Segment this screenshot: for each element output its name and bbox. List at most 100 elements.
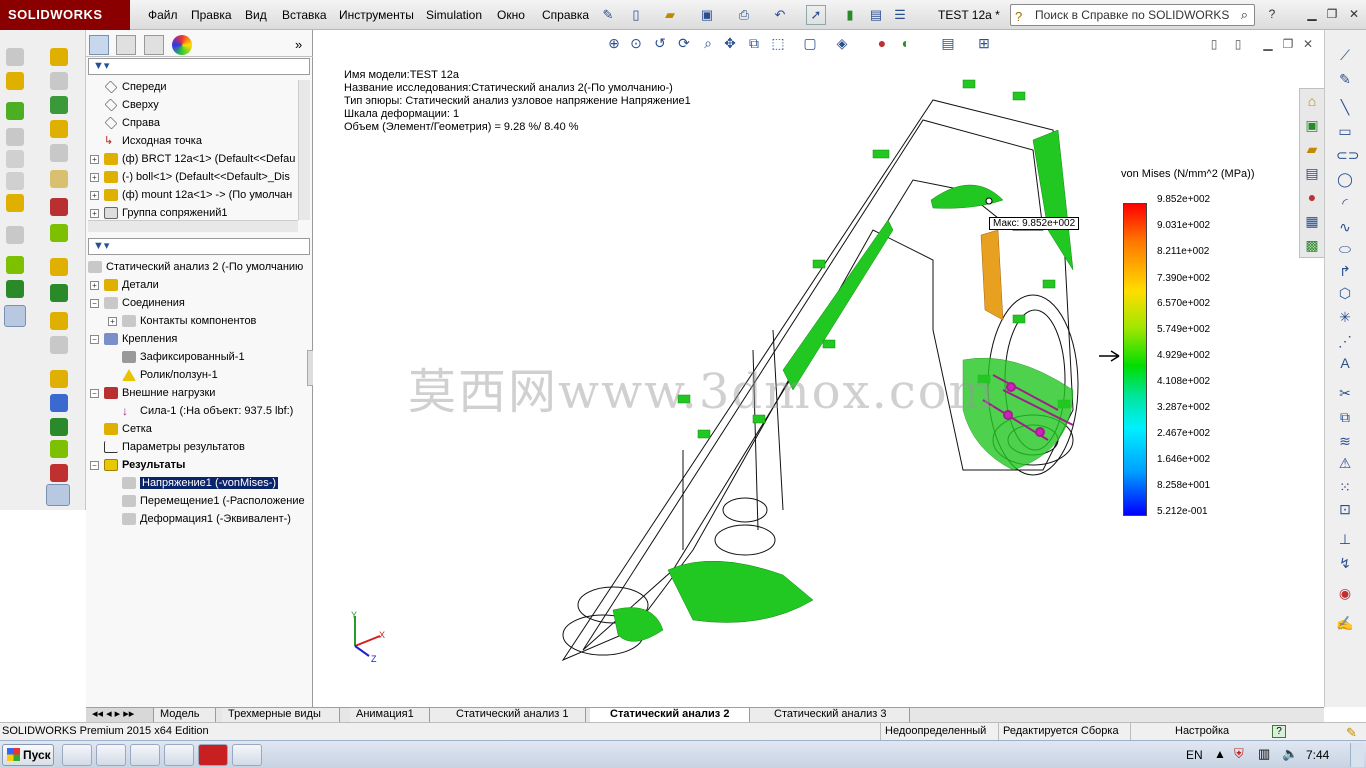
quick-snaps-icon[interactable]: ◉	[1336, 584, 1354, 602]
study-item-stress[interactable]: Напряжение1 (-vonMises-)	[122, 474, 279, 492]
view-palette-icon[interactable]: ▤	[1303, 164, 1321, 182]
section-clipping-icon[interactable]	[50, 144, 68, 162]
mesh-icon[interactable]	[6, 194, 24, 212]
study-item-loads[interactable]: Внешние нагрузки	[104, 384, 215, 402]
study-item-mesh[interactable]: Сетка	[104, 420, 152, 438]
text-icon[interactable]: A	[1336, 354, 1354, 372]
collapse-toggle[interactable]: −	[90, 299, 99, 308]
error-check-icon[interactable]	[50, 464, 68, 482]
load-icon[interactable]	[6, 150, 24, 168]
tree-item-origin[interactable]: ↳ Исходная точка	[104, 132, 202, 150]
menu-tools[interactable]: Инструменты	[339, 8, 414, 22]
tree-item-brct[interactable]: (ф) BRCT 12a<1> (Default<<Defau	[104, 150, 295, 168]
tree-item-front-plane[interactable]: Спереди	[104, 78, 167, 96]
expand-toggle[interactable]: +	[90, 155, 99, 164]
line-icon[interactable]: ╲	[1336, 98, 1354, 116]
sensor-icon[interactable]	[50, 336, 68, 354]
status-settings[interactable]: Настройка	[1130, 723, 1270, 740]
home-icon[interactable]: ⌂	[1303, 92, 1321, 110]
firefox-taskbar-icon[interactable]	[96, 744, 126, 766]
spline-icon[interactable]: ∿	[1336, 218, 1354, 236]
study-item-displacement[interactable]: Перемещение1 (-Расположение	[122, 492, 305, 510]
volume-icon[interactable]: 🔈	[1282, 746, 1298, 762]
appearances-icon[interactable]: ●	[1303, 188, 1321, 206]
clock[interactable]: 7:44	[1306, 748, 1329, 762]
help-icon[interactable]: ?	[1264, 6, 1280, 22]
language-indicator[interactable]: EN	[1186, 748, 1203, 762]
expand-toggle[interactable]: +	[90, 209, 99, 218]
network-icon[interactable]: ▥	[1258, 746, 1270, 762]
feature-manager-tab-icon[interactable]	[89, 35, 109, 55]
tray-security-icon[interactable]: ⛨	[1234, 746, 1244, 762]
load-case-icon[interactable]	[50, 418, 68, 436]
save-icon[interactable]: ▣	[697, 5, 717, 25]
options-icon[interactable]: ☰	[890, 5, 910, 25]
menu-simulation[interactable]: Simulation	[426, 8, 482, 22]
tree-item-mates[interactable]: Группа сопряжений1	[104, 204, 228, 220]
offset-icon[interactable]: ⧉	[1336, 408, 1354, 426]
report-icon[interactable]	[50, 120, 68, 138]
status-help-icon[interactable]: ?	[1272, 725, 1286, 738]
select-arrow-icon[interactable]: ➚	[806, 5, 826, 25]
study-filter-input[interactable]: ▼▾	[88, 238, 310, 255]
fatigue-icon[interactable]	[50, 370, 68, 388]
probe-icon[interactable]	[50, 72, 68, 90]
tab-scroll-arrows[interactable]: ◂◂ ◂ ▸ ▸▸	[86, 708, 154, 722]
menu-file[interactable]: Файл	[148, 8, 178, 22]
arc-icon[interactable]: ◜	[1336, 194, 1354, 212]
minimize-icon[interactable]: ▁	[1304, 6, 1320, 22]
tree-item-right-plane[interactable]: Справа	[104, 114, 160, 132]
undo-icon[interactable]: ↶	[770, 5, 790, 25]
study-item-connections[interactable]: Соединения	[104, 294, 185, 312]
explorer-taskbar-icon[interactable]	[62, 744, 92, 766]
print-icon[interactable]: ⎙	[734, 5, 754, 25]
tab-static-analysis-1[interactable]: Статический анализ 1	[430, 708, 586, 722]
tree-item-top-plane[interactable]: Сверху	[104, 96, 159, 114]
rapid-sketch-icon[interactable]: ✍	[1336, 614, 1354, 632]
menu-help[interactable]: Справка	[542, 8, 589, 22]
study-root[interactable]: Статический анализ 2 (-По умолчанию	[88, 258, 303, 276]
warning-icon[interactable]: ⚠	[1336, 454, 1354, 472]
menu-window[interactable]: Окно	[497, 8, 525, 22]
study-item-roller[interactable]: Ролик/ползун-1	[122, 366, 218, 384]
tree-filter-input[interactable]: ▼▾	[88, 58, 310, 75]
design-library-icon[interactable]: ▣	[1303, 116, 1321, 134]
tab-3d-views[interactable]: Трехмерные виды	[222, 708, 340, 722]
close-icon[interactable]: ✕	[1346, 6, 1362, 22]
expand-toggle[interactable]: +	[108, 317, 117, 326]
expand-toggle[interactable]: +	[90, 191, 99, 200]
rebuild-icon[interactable]: ▮	[840, 5, 860, 25]
tree-item-mount[interactable]: (ф) mount 12a<1> -> (По умолчан	[104, 186, 292, 204]
document-taskbar-icon[interactable]	[130, 744, 160, 766]
new-document-icon[interactable]: ▯	[626, 5, 646, 25]
tree-horizontal-scrollbar[interactable]	[88, 220, 298, 232]
smart-dimension-icon[interactable]: ⟋	[1336, 46, 1354, 64]
open-folder-icon[interactable]: ▰	[660, 5, 680, 25]
media-taskbar-icon[interactable]	[164, 744, 194, 766]
display-manager-tab-icon[interactable]	[172, 35, 192, 55]
tree-vertical-scrollbar[interactable]	[298, 80, 310, 220]
circle-icon[interactable]: ◯	[1336, 170, 1354, 188]
tab-static-analysis-2[interactable]: Статический анализ 2	[590, 708, 750, 722]
help-search-input[interactable]: ? Поиск в Справке по SOLIDWORKS ⌕	[1010, 4, 1255, 26]
pattern-icon[interactable]: ⁙	[1336, 478, 1354, 496]
point-icon[interactable]: ✳	[1336, 308, 1354, 326]
fillet-icon[interactable]: ↱	[1336, 262, 1354, 280]
expand-toggle[interactable]: +	[90, 173, 99, 182]
simulation-study-icon[interactable]	[6, 48, 24, 66]
study-item-results[interactable]: Результаты	[104, 456, 185, 474]
study-item-strain[interactable]: Деформация1 (-Эквивалент-)	[122, 510, 291, 528]
utility-taskbar-icon[interactable]	[232, 744, 262, 766]
apply-material-icon[interactable]	[6, 72, 24, 90]
collapse-toggle[interactable]: −	[90, 461, 99, 470]
tray-expand-icon[interactable]: ▲	[1214, 747, 1226, 761]
centerline-icon[interactable]: ⋰	[1336, 332, 1354, 350]
graphics-viewport[interactable]: ⊕ ⊙ ↺ ⟳ ⌕ ✥ ⧉ ⬚ ▢ ◈ ● ◐ ▤ ⊞ ▯ ▯ ▁ ❐ ✕ Им…	[313, 30, 1324, 707]
menu-edit[interactable]: Правка	[191, 8, 232, 22]
sustainability-icon[interactable]	[50, 440, 68, 458]
deformed-result-icon[interactable]	[6, 280, 24, 298]
polygon-icon[interactable]: ⬡	[1336, 284, 1354, 302]
convert-entities-icon[interactable]: ≋	[1336, 432, 1354, 450]
study-item-fixed[interactable]: Зафиксированный-1	[122, 348, 245, 366]
animate-icon[interactable]	[50, 96, 68, 114]
